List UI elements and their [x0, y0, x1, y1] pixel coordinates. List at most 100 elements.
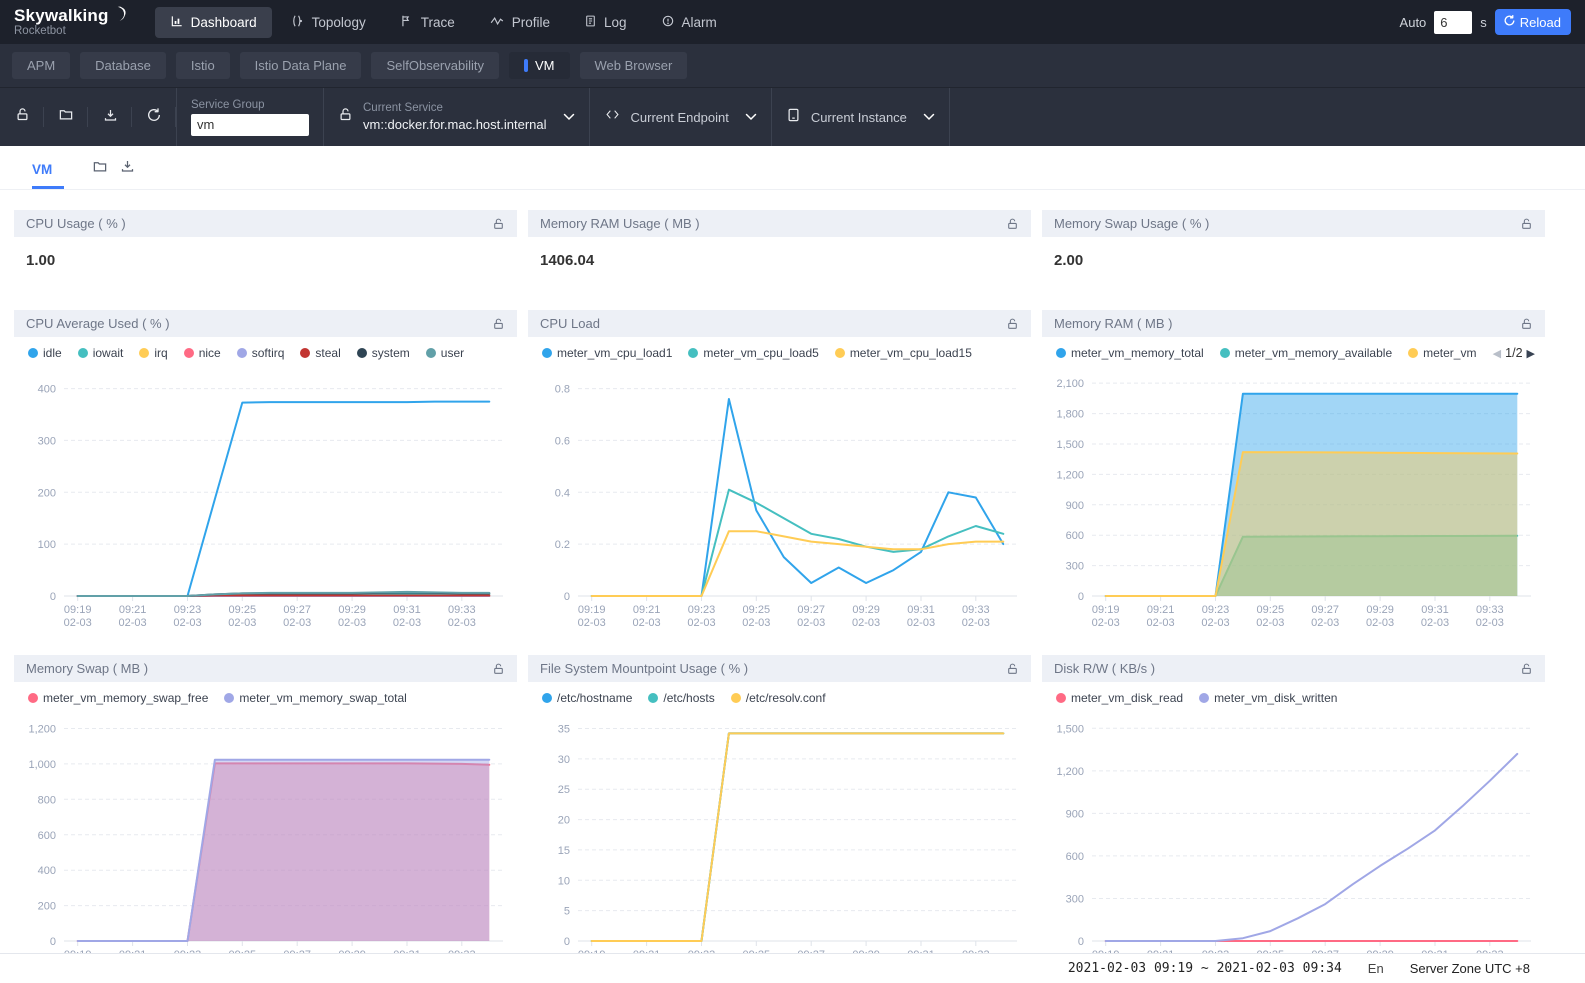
refresh-templates-button[interactable] [132, 88, 176, 146]
padlock-icon[interactable] [1006, 217, 1019, 231]
pulse-line-icon [489, 14, 505, 31]
legend-label: meter_vm_cpu_load5 [703, 346, 818, 360]
padlock-icon[interactable] [492, 217, 505, 231]
legend-item[interactable]: user [426, 346, 464, 360]
legend-item[interactable]: /etc/hostname [542, 691, 632, 705]
reload-button[interactable]: Reload [1495, 9, 1571, 35]
top-navbar: Skywalking Rocketbot Dashboard Topology … [0, 0, 1585, 44]
nav-item-alarm[interactable]: Alarm [646, 7, 732, 38]
folder-icon[interactable] [92, 159, 108, 179]
legend-item[interactable]: meter_vm_memory_available [1220, 346, 1392, 360]
legend-item[interactable]: meter_vm_memory_swap_free [28, 691, 208, 705]
folder-icon [58, 107, 74, 127]
legend-dot-icon [224, 693, 234, 703]
svg-text:600: 600 [1066, 530, 1084, 542]
time-range-picker[interactable]: 2021-02-03 09:19 ~ 2021-02-03 09:34 [1068, 961, 1342, 976]
dashboard-template-bar: APM Database Istio Istio Data Plane Self… [0, 44, 1585, 88]
language-toggle[interactable]: En [1368, 961, 1384, 976]
padlock-icon[interactable] [1520, 217, 1533, 231]
current-endpoint-selector[interactable]: Current Endpoint [590, 88, 772, 146]
export-template-button[interactable] [88, 88, 132, 146]
current-service-selector[interactable]: Current Service vm::docker.for.mac.host.… [324, 88, 590, 146]
padlock-icon[interactable] [1520, 662, 1533, 676]
legend-item[interactable]: meter_vm_disk_read [1056, 691, 1183, 705]
legend-prev-page-icon[interactable]: ◀ [1493, 347, 1501, 360]
stat-value: 2.00 [1042, 237, 1545, 269]
legend-item[interactable]: nice [184, 346, 221, 360]
current-instance-selector[interactable]: Current Instance [772, 88, 950, 146]
legend-item[interactable]: idle [28, 346, 62, 360]
file-system-mountpoint-usage-chart[interactable]: /etc/hostname/etc/hosts/etc/resolv.conf … [528, 682, 1031, 983]
padlock-icon[interactable] [1006, 317, 1019, 331]
legend-item[interactable]: meter_vm [1408, 346, 1476, 360]
legend-item[interactable]: steal [300, 346, 340, 360]
legend-dot-icon [731, 693, 741, 703]
subnav-item-selfobservability[interactable]: SelfObservability [371, 52, 499, 79]
memory-swap-chart[interactable]: meter_vm_memory_swap_free meter_vm_memory… [14, 682, 517, 983]
nav-label: Trace [421, 15, 455, 30]
legend-item[interactable]: meter_vm_cpu_load1 [542, 346, 672, 360]
legend-next-page-icon[interactable]: ▶ [1527, 347, 1535, 360]
subnav-item-apm[interactable]: APM [12, 52, 70, 79]
skywalking-dashboard-page: Skywalking Rocketbot Dashboard Topology … [0, 0, 1585, 983]
legend-label: idle [43, 346, 62, 360]
memory-ram-chart[interactable]: meter_vm_memory_total meter_vm_memory_ava… [1042, 337, 1545, 639]
cpu-load-chart[interactable]: meter_vm_cpu_load1 meter_vm_cpu_load5 mete… [528, 337, 1031, 639]
legend-label: user [441, 346, 464, 360]
nav-item-dashboard[interactable]: Dashboard [155, 7, 272, 38]
chart-row-1: CPU Average Used ( % ) idleiowaitirqnice… [14, 310, 1545, 650]
svg-text:25: 25 [558, 784, 570, 796]
legend-label: system [372, 346, 410, 360]
subnav-item-istio-data-plane[interactable]: Istio Data Plane [240, 52, 362, 79]
legend-item[interactable]: iowait [78, 346, 124, 360]
svg-text:2,100: 2,100 [1056, 378, 1084, 390]
nav-item-topology[interactable]: Topology [276, 7, 381, 38]
subnav-item-vm[interactable]: VM [509, 52, 570, 79]
padlock-icon[interactable] [1520, 317, 1533, 331]
download-tray-icon [103, 107, 118, 128]
legend-item[interactable]: softirq [237, 346, 285, 360]
download-tray-icon[interactable] [120, 158, 135, 179]
stat-card-cpu-usage: CPU Usage ( % ) 1.00 [14, 210, 517, 285]
legend-item[interactable]: meter_vm_disk_written [1199, 691, 1337, 705]
svg-text:09:2702-03: 09:2702-03 [797, 604, 825, 629]
tab-vm[interactable]: VM [32, 162, 64, 189]
svg-text:09:2502-03: 09:2502-03 [228, 604, 256, 629]
lock-dashboard-button[interactable] [0, 88, 44, 146]
subnav-item-database[interactable]: Database [80, 52, 166, 79]
brand-logo: Skywalking Rocketbot [14, 7, 127, 37]
server-zone-selector[interactable]: Server Zone UTC +8 [1410, 961, 1530, 976]
subnav-item-web-browser[interactable]: Web Browser [580, 52, 688, 79]
padlock-icon[interactable] [492, 317, 505, 331]
auto-refresh-input[interactable] [1434, 11, 1472, 34]
svg-text:30: 30 [558, 754, 570, 766]
legend-item[interactable]: system [357, 346, 410, 360]
legend-item[interactable]: meter_vm_cpu_load5 [688, 346, 818, 360]
legend-label: /etc/hosts [663, 691, 714, 705]
legend-item[interactable]: meter_vm_cpu_load15 [835, 346, 972, 360]
legend-label: meter_vm_disk_read [1071, 691, 1183, 705]
bar-chart-icon [170, 14, 184, 31]
nav-item-log[interactable]: Log [569, 7, 642, 38]
svg-text:0: 0 [564, 936, 570, 948]
legend-item[interactable]: /etc/resolv.conf [731, 691, 826, 705]
legend-pager: ◀1/2▶ [1493, 346, 1535, 360]
padlock-icon[interactable] [1006, 662, 1019, 676]
svg-text:100: 100 [38, 539, 56, 551]
nav-item-profile[interactable]: Profile [474, 7, 565, 38]
cpu-average-used-chart[interactable]: idleiowaitirqnicesoftirqstealsystemuser … [14, 337, 517, 639]
legend-item[interactable]: meter_vm_memory_total [1056, 346, 1204, 360]
service-group-input[interactable] [191, 114, 309, 136]
import-template-button[interactable] [44, 88, 88, 146]
nav-item-trace[interactable]: Trace [385, 7, 470, 38]
card-title: Memory Swap Usage ( % ) [1054, 216, 1209, 231]
auto-refresh-unit: s [1480, 15, 1487, 30]
subnav-item-istio[interactable]: Istio [176, 52, 230, 79]
disk-rw-chart[interactable]: meter_vm_disk_readmeter_vm_disk_written … [1042, 682, 1545, 983]
legend-item[interactable]: irq [139, 346, 167, 360]
svg-text:09:2302-03: 09:2302-03 [1201, 604, 1229, 629]
legend-item[interactable]: meter_vm_memory_swap_total [224, 691, 406, 705]
svg-text:09:1902-03: 09:1902-03 [64, 604, 92, 629]
legend-item[interactable]: /etc/hosts [648, 691, 714, 705]
padlock-icon[interactable] [492, 662, 505, 676]
